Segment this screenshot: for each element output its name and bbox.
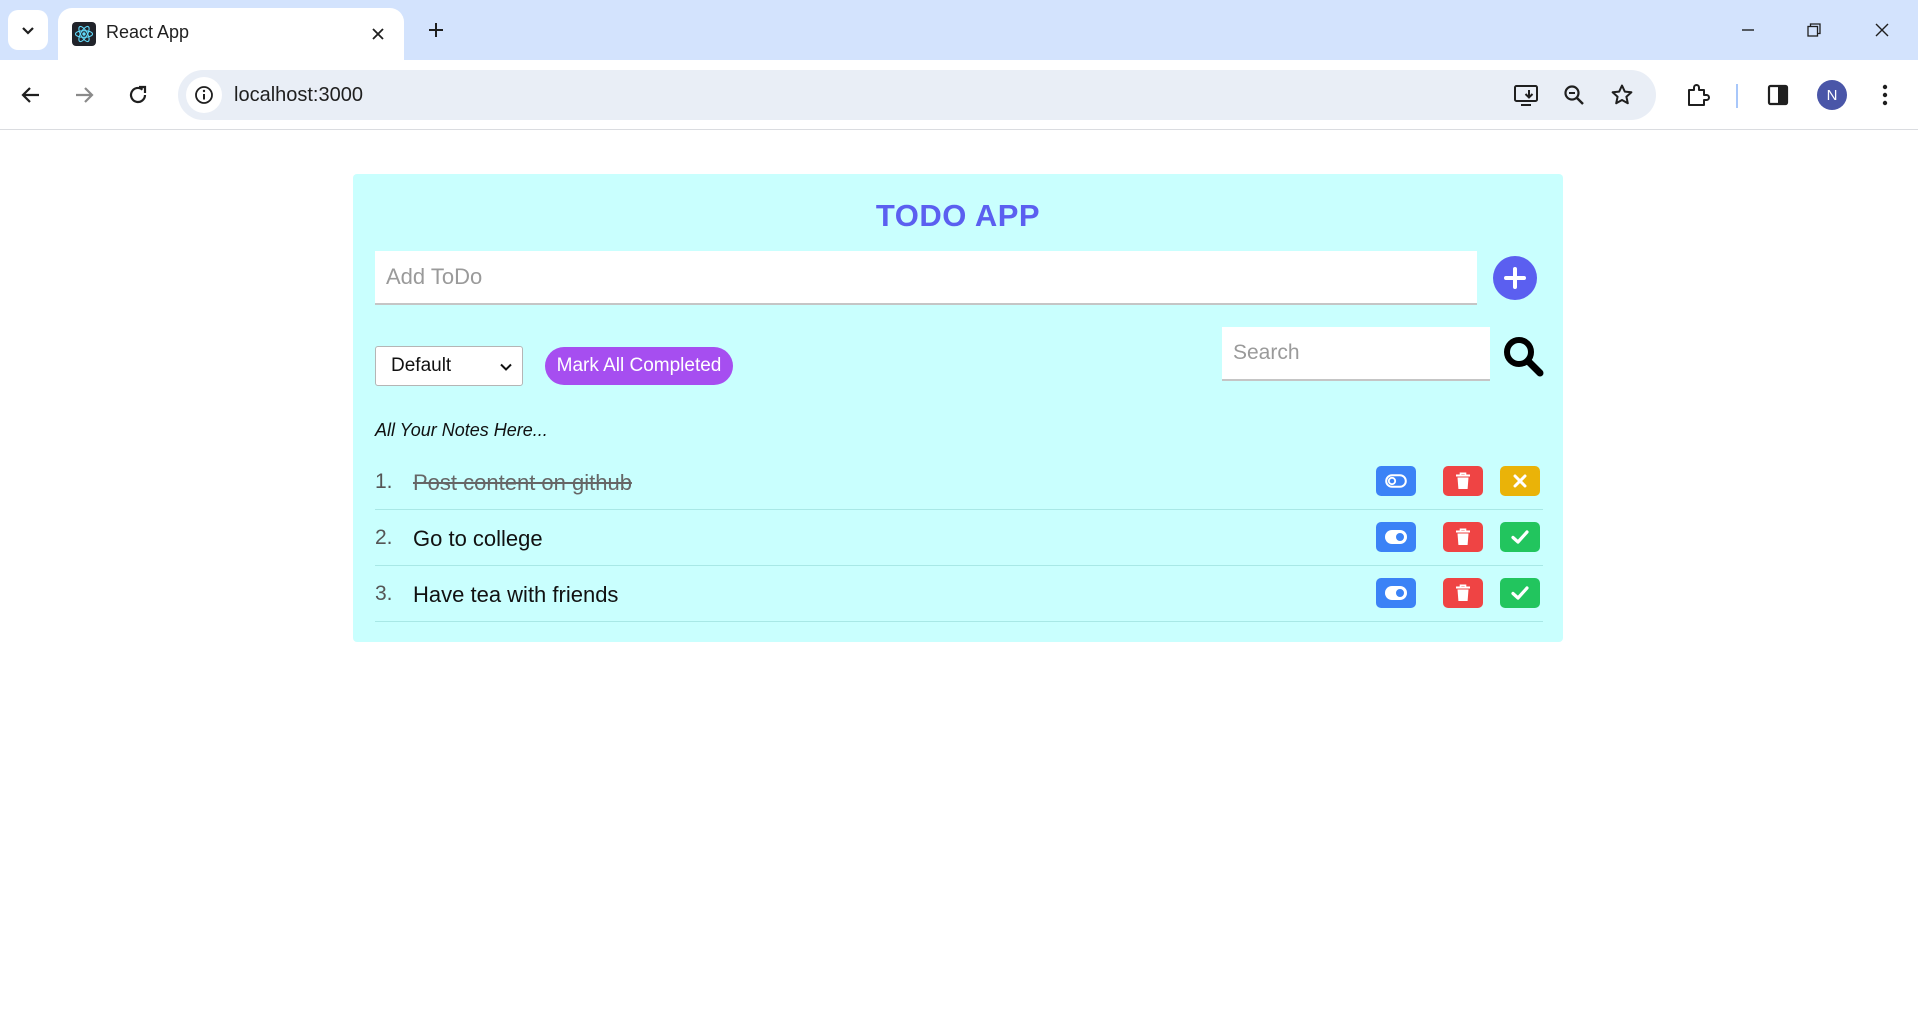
edit-toggle-button[interactable] [1376, 522, 1416, 552]
minimize-icon [1742, 29, 1754, 31]
tab-title: React App [106, 22, 190, 42]
reload-icon [129, 85, 147, 104]
edit-toggle-button[interactable] [1376, 466, 1416, 496]
x-mark-icon [1513, 474, 1527, 488]
delete-button[interactable] [1443, 522, 1483, 552]
window-close-button[interactable] [1862, 10, 1902, 50]
chevron-down-icon [500, 363, 512, 371]
todo-item: 3. Have tea with friends [375, 566, 1543, 622]
browser-tab-strip: React App [0, 0, 1918, 60]
todo-text: Post content on github [413, 470, 632, 495]
mark-incomplete-button[interactable] [1500, 466, 1540, 496]
toolbar-separator [1736, 84, 1738, 108]
check-icon [1511, 586, 1529, 600]
todo-list: 1. Post content on github 2. Go to colle… [375, 454, 1543, 622]
zoom-icon [1564, 85, 1584, 105]
trash-icon [1456, 528, 1470, 545]
forward-button[interactable] [63, 74, 105, 116]
toggle-off-icon [1385, 474, 1407, 488]
react-favicon-icon [72, 22, 96, 46]
todo-number: 2. [375, 526, 393, 549]
restore-button[interactable] [1794, 10, 1834, 50]
todo-text: Go to college [413, 526, 543, 551]
todo-item: 1. Post content on github [375, 454, 1543, 510]
bookmark-star-icon [1611, 84, 1633, 105]
plus-icon [429, 23, 443, 37]
mark-all-completed-button[interactable]: Mark All Completed [545, 347, 733, 385]
delete-button[interactable] [1443, 466, 1483, 496]
browser-tab[interactable]: React App [58, 8, 404, 60]
filter-select[interactable]: Default [375, 346, 523, 386]
install-app-button[interactable] [1510, 79, 1542, 111]
browser-menu-button[interactable] [1868, 78, 1902, 112]
extensions-button[interactable] [1681, 78, 1715, 112]
minimize-button[interactable] [1728, 10, 1768, 50]
tab-search-button[interactable] [8, 10, 48, 50]
close-icon [372, 28, 384, 40]
add-todo-button[interactable] [1493, 256, 1537, 300]
plus-icon [1504, 267, 1526, 289]
trash-icon [1456, 472, 1470, 489]
notes-caption: All Your Notes Here... [375, 420, 548, 440]
forward-arrow-icon [76, 87, 94, 103]
toggle-on-icon [1385, 530, 1407, 544]
extensions-icon [1688, 84, 1710, 106]
side-panel-button[interactable] [1761, 78, 1795, 112]
edit-toggle-button[interactable] [1376, 578, 1416, 608]
delete-button[interactable] [1443, 578, 1483, 608]
more-vert-icon [1882, 84, 1888, 106]
browser-toolbar: localhost:3000 N [0, 60, 1918, 130]
address-bar[interactable]: localhost:3000 [178, 70, 1656, 120]
mark-complete-button[interactable] [1500, 522, 1540, 552]
trash-icon [1456, 584, 1470, 601]
install-app-icon [1514, 85, 1538, 106]
side-panel-icon [1767, 84, 1789, 106]
toggle-on-icon [1385, 586, 1407, 600]
add-todo-input[interactable] [375, 251, 1477, 305]
window-close-icon [1875, 23, 1889, 37]
todo-item: 2. Go to college [375, 510, 1543, 566]
check-icon [1511, 530, 1529, 544]
mark-complete-button[interactable] [1500, 578, 1540, 608]
app-title: TODO APP [875, 198, 1041, 233]
url-text[interactable]: localhost:3000 [234, 84, 363, 107]
back-arrow-icon [21, 87, 39, 103]
tab-close-button[interactable] [364, 20, 392, 48]
zoom-button[interactable] [1558, 79, 1590, 111]
todo-number: 3. [375, 582, 393, 605]
search-icon [1504, 337, 1544, 377]
todo-number: 1. [375, 470, 393, 493]
site-info-button[interactable] [186, 77, 222, 113]
search-button[interactable] [1501, 334, 1545, 378]
profile-avatar[interactable]: N [1817, 80, 1847, 110]
new-tab-button[interactable] [418, 12, 454, 48]
todo-text: Have tea with friends [413, 582, 619, 607]
site-info-icon [195, 86, 213, 104]
chevron-down-icon [22, 27, 34, 35]
bookmark-button[interactable] [1606, 79, 1638, 111]
reload-button[interactable] [117, 74, 159, 116]
back-button[interactable] [10, 74, 52, 116]
restore-icon [1807, 23, 1821, 37]
filter-selected-value: Default [391, 355, 452, 376]
todo-card: TODO APP Default Mark All Completed All … [353, 174, 1563, 642]
search-input[interactable] [1222, 327, 1490, 381]
